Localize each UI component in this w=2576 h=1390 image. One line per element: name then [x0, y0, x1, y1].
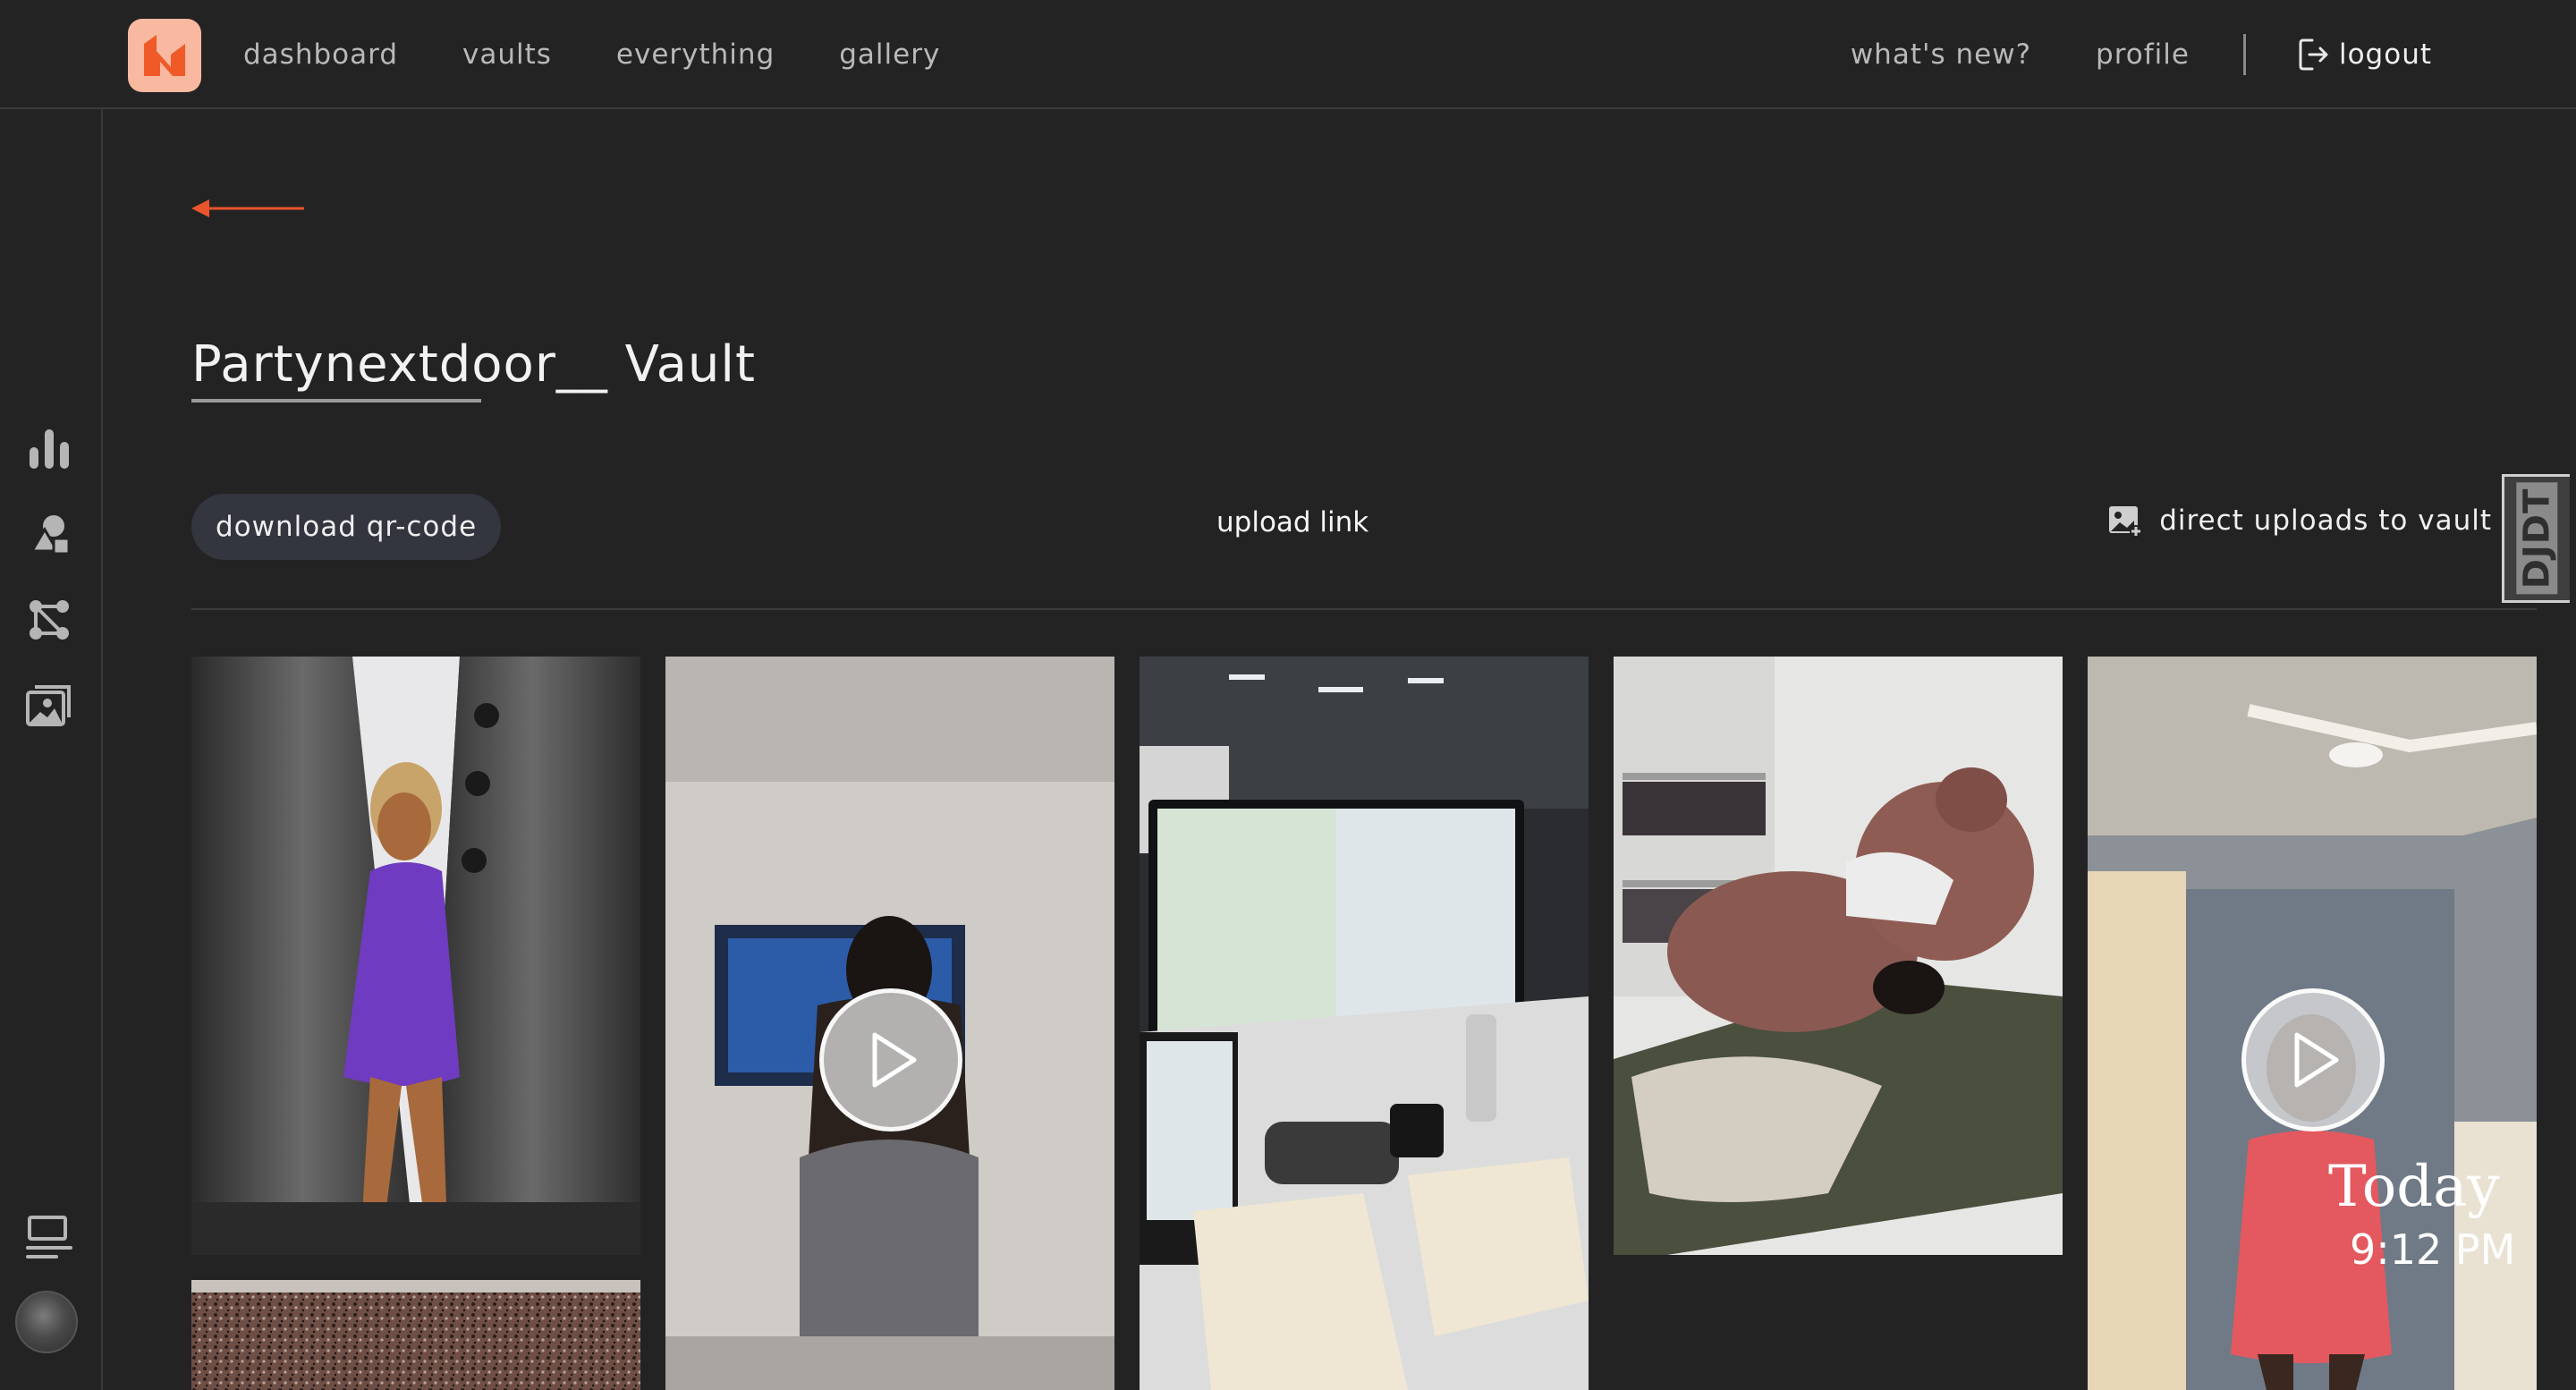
video-overlay-day: Today	[2328, 1154, 2500, 1220]
gallery-item-photo[interactable]	[191, 657, 640, 1255]
nav-whats-new[interactable]: what's new?	[1851, 38, 2031, 71]
gallery-item-photo[interactable]	[1140, 657, 1589, 1390]
direct-uploads-label: direct uploads to vault	[2159, 504, 2492, 537]
nav-divider	[2242, 34, 2246, 75]
nav-gallery[interactable]: gallery	[839, 38, 940, 71]
logout-icon	[2299, 38, 2328, 71]
user-avatar[interactable]	[15, 1291, 78, 1353]
secondary-nav: what's new? profile logout	[1851, 0, 2432, 109]
bar-chart-icon[interactable]	[25, 424, 73, 472]
logout-label: logout	[2338, 38, 2432, 71]
primary-nav: dashboard vaults everything gallery	[243, 0, 1004, 109]
list-icon[interactable]	[25, 1213, 73, 1261]
nav-dashboard[interactable]: dashboard	[243, 38, 398, 71]
nav-profile[interactable]: profile	[2096, 38, 2190, 71]
gallery-item-photo[interactable]	[1614, 657, 2063, 1255]
image-upload-icon	[2109, 506, 2143, 538]
brand-logo[interactable]	[128, 19, 201, 92]
title-underline	[191, 399, 481, 403]
nav-everything[interactable]: everything	[616, 38, 775, 71]
debug-toolbar-label: DJDT	[2516, 482, 2558, 595]
back-arrow-icon[interactable]	[190, 195, 306, 222]
image-gallery-icon[interactable]	[25, 682, 73, 730]
upload-link[interactable]: upload link	[1216, 506, 1368, 538]
left-sidebar	[0, 109, 103, 1390]
play-icon[interactable]	[819, 988, 962, 1131]
logo-mark-icon	[144, 35, 185, 76]
nav-vaults[interactable]: vaults	[462, 38, 552, 71]
direct-uploads-toggle[interactable]: direct uploads to vault	[2107, 503, 2492, 538]
top-navigation: dashboard vaults everything gallery what…	[0, 0, 2576, 109]
gallery-item-photo[interactable]	[191, 1280, 640, 1390]
logout-button[interactable]: logout	[2298, 37, 2432, 72]
shapes-icon[interactable]	[25, 510, 73, 558]
play-icon[interactable]	[2241, 988, 2385, 1131]
section-divider	[191, 608, 2537, 610]
gallery-item-video[interactable]	[665, 657, 1114, 1390]
nodes-icon[interactable]	[25, 596, 73, 644]
gallery-item-video[interactable]	[2088, 657, 2537, 1390]
vault-title: Partynextdoor__ Vault	[191, 335, 756, 394]
video-overlay-time: 9:12 PM	[2350, 1225, 2516, 1274]
debug-toolbar-handle[interactable]: DJDT	[2502, 474, 2570, 603]
download-qr-button[interactable]: download qr-code	[191, 494, 502, 560]
